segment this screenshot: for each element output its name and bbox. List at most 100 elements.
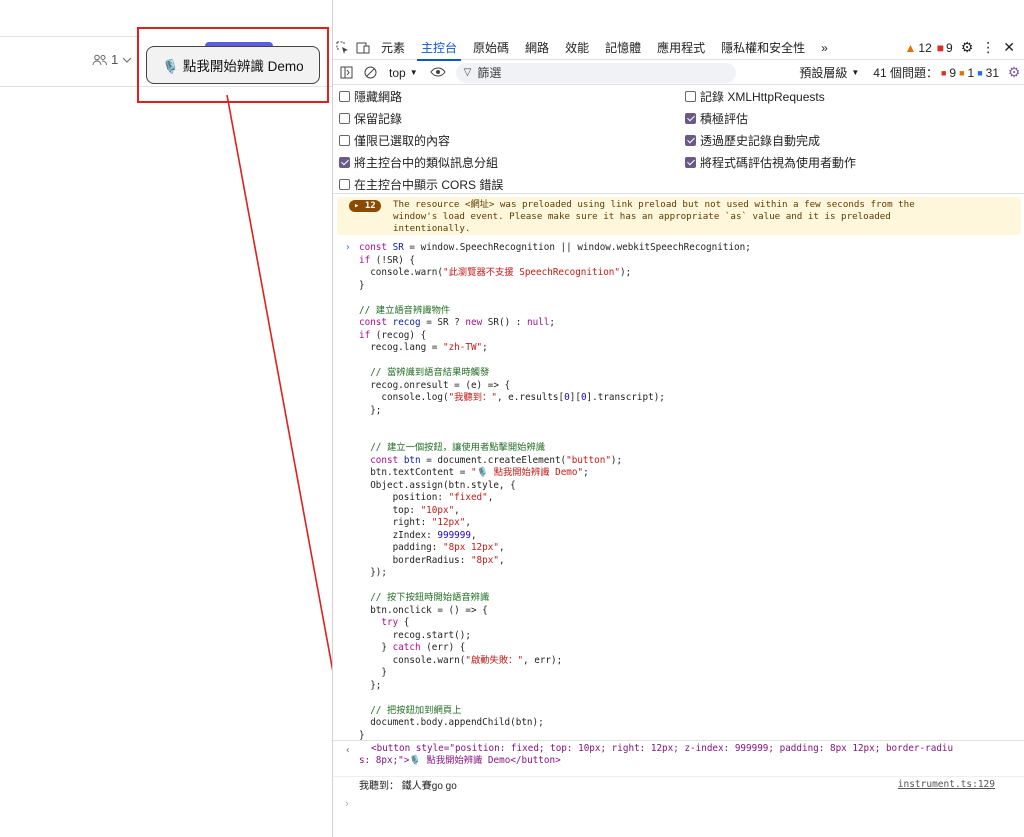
checkbox[interactable] [339,91,350,102]
console-filter-input[interactable]: ▽ 篩選 [455,62,736,83]
code-line: // 建立語音辨識物件 [359,304,451,316]
console-prompt[interactable]: › [345,798,349,810]
log-levels-dropdown[interactable]: 預設層級 ▼ [799,64,859,81]
filter-funnel-icon: ▽ [463,67,472,78]
issue-warning-icon: ■ [959,67,965,78]
issues-label: 41 個問題： [873,66,938,80]
console-log-entry: 我聽到： 鐵人賽go go instrument.ts:129 [333,776,1024,792]
code-line: // 當辨識到語音結果時觸發 [370,367,490,378]
tab-application[interactable]: 應用程式 [649,36,713,60]
warnings-counter[interactable]: ▲ 12 ■ 9 [905,41,953,55]
setting-selected-context-only[interactable]: 僅限已選取的內容 [339,132,450,149]
clear-console-icon[interactable] [359,66,381,79]
console-settings-gear-icon[interactable]: ⚙ [1003,64,1024,81]
more-tabs-button[interactable]: » [813,36,836,60]
sidebar-toggle-icon[interactable] [333,66,359,79]
close-icon[interactable]: ✕ [1003,39,1015,56]
live-expression-eye-icon[interactable] [430,66,450,80]
code-line: recog.onresult = (e) => { [359,379,511,391]
tab-elements[interactable]: 元素 [373,36,413,60]
result-line: <button style="position: fixed; top: 10p… [371,743,954,754]
checkbox[interactable] [339,179,350,190]
people-icon [92,54,108,66]
tab-privacy-security[interactable]: 隱私權和安全性 [713,36,813,60]
code-line: padding: "8px 12px", [359,542,505,553]
setting-label: 將程式碼評估視為使用者動作 [700,156,857,170]
checkbox[interactable] [685,135,696,146]
kebab-menu-icon[interactable]: ⋮ [981,39,995,56]
code-line: › const SR = window.SpeechRecognition || … [345,242,751,253]
setting-label: 隱藏網路 [354,90,403,104]
code-line: console.warn("啟動失敗：", err); [359,654,563,666]
tab-sources[interactable]: 原始碼 [465,36,517,60]
code-line: console.log("我聽到：", e.results[0][0].tran… [359,392,665,403]
setting-group-similar[interactable]: 將主控台中的類似訊息分組 [339,154,498,171]
chevron-down-icon [121,56,133,64]
setting-label: 記錄 XMLHttpRequests [700,90,825,104]
issues-counter[interactable]: 41 個問題： ■ 9 ■ 1 ■ 31 [873,64,1003,81]
inspect-element-icon[interactable] [333,36,353,60]
setting-label: 將主控台中的類似訊息分組 [354,156,499,170]
checkbox[interactable] [685,91,696,102]
page-divider [0,86,332,87]
warning-text-line: intentionally. [393,223,471,234]
code-line: // 建立一個按鈕，讓使用者點擊開始辨識 [370,442,546,453]
setting-eager-evaluation[interactable]: 積極評估 [685,110,748,127]
warnings-count: 12 [918,40,932,55]
issue-info-icon: ■ [977,67,983,78]
checkbox[interactable] [685,157,696,168]
code-line: position: "fixed", [359,492,494,503]
tab-performance[interactable]: 效能 [557,36,597,60]
issue-error-icon: ■ [940,67,947,78]
device-toolbar-icon[interactable] [353,36,373,60]
code-line: try { [381,617,410,628]
setting-user-gesture[interactable]: 將程式碼評估視為使用者動作 [685,154,856,171]
people-indicator[interactable]: 1 [92,52,133,67]
setting-preserve-log[interactable]: 保留記錄 [339,110,402,127]
code-line: btn.onclick = () => { [359,604,488,616]
checkbox[interactable] [339,113,350,124]
warning-repeat-badge[interactable]: ▸ 12 [349,200,381,212]
code-line: right: "12px", [359,517,471,528]
errors-count: 9 [946,40,953,55]
checkbox[interactable] [339,135,350,146]
code-line: btn.textContent = "🎙️ 點我開始辨識 Demo"; [359,467,589,478]
setting-autocomplete-history[interactable]: 透過歷史記錄自動完成 [685,132,820,149]
warning-text-line: The resource <網址> was preloaded using li… [393,199,915,210]
code-line: }); [359,567,387,578]
context-selector[interactable]: top ▼ [389,66,418,80]
result-divider [333,740,1024,741]
log-levels-label: 預設層級 [799,66,848,80]
tab-console[interactable]: 主控台 [413,36,465,61]
console-result[interactable]: ‹ <button style="position: fixed; top: 1… [333,743,1024,767]
tab-network[interactable]: 網路 [517,36,557,60]
result-line: s: 8px;">🎙️ 點我開始辨識 Demo</button> [359,755,561,766]
warning-triangle-icon: ▲ [904,40,917,55]
people-count: 1 [111,52,119,67]
code-line: const recog = SR ? new SR() : null; [359,317,555,328]
tab-memory[interactable]: 記憶體 [597,36,649,60]
console-warning-message: ▸ 12 The resource <網址> was preloaded usi… [337,197,1021,235]
issues-errors-count: 9 [949,65,957,80]
caret-down-icon: ▼ [851,68,860,77]
gear-icon[interactable]: ⚙ [961,39,974,56]
checkbox[interactable] [685,113,696,124]
warning-repeat-count: 12 [364,201,376,211]
code-line: recog.lang = "zh-TW"; [359,342,488,353]
code-line: borderRadius: "8px", [359,554,505,566]
log-source-link[interactable]: instrument.ts:129 [898,779,1024,790]
code-line: } [359,279,365,291]
input-prompt-icon: › [345,242,351,253]
setting-log-xhr[interactable]: 記錄 XMLHttpRequests [685,88,825,105]
speech-recognition-button[interactable]: 🎙️ 點我開始辨識 Demo [146,46,320,84]
code-line: } [359,667,387,678]
code-line: if (!SR) { [359,254,415,266]
console-toolbar: top ▼ ▽ 篩選 預設層級 ▼ 41 個問題： ■ 9 ■ 1 ■ 31 ⚙ [333,61,1024,85]
checkbox[interactable] [339,157,350,168]
setting-show-cors-errors[interactable]: 在主控台中顯示 CORS 錯誤 [339,176,503,193]
setting-label: 在主控台中顯示 CORS 錯誤 [354,178,504,192]
setting-hide-network[interactable]: 隱藏網路 [339,88,402,105]
